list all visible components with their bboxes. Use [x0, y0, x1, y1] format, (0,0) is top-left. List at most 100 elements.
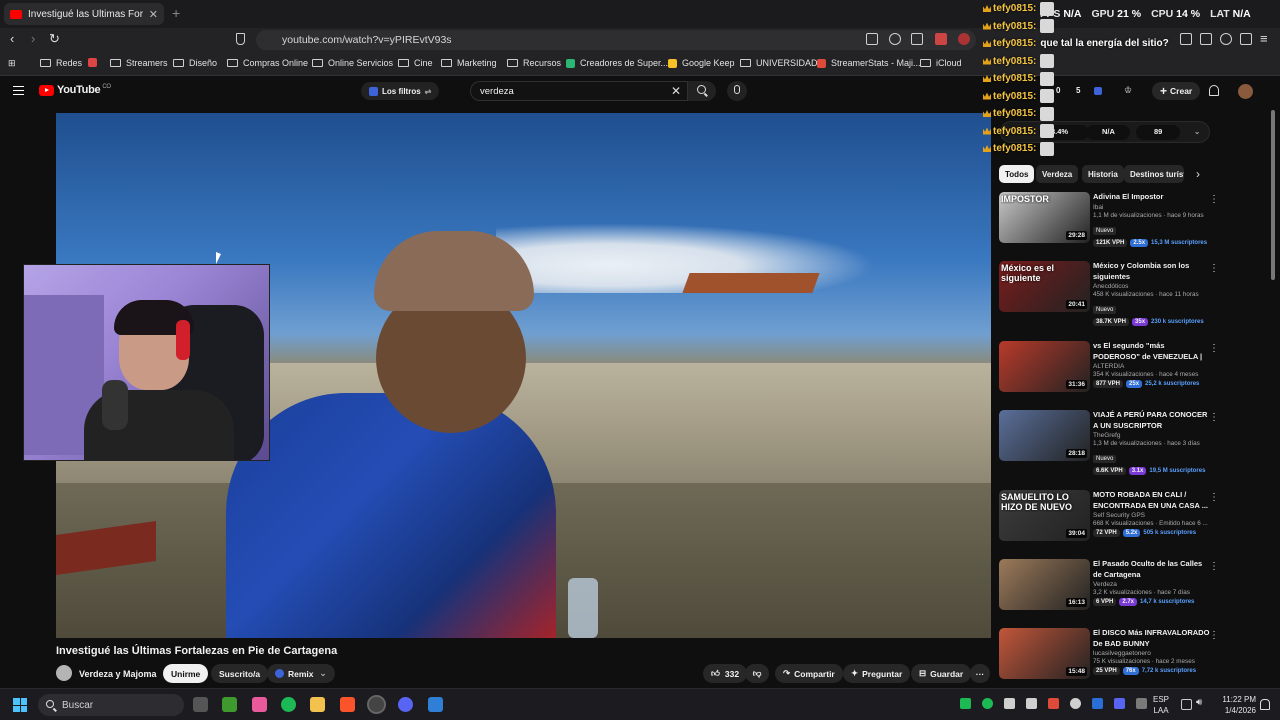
youtube-logo[interactable]: YouTube CO	[39, 84, 111, 96]
bookmark-icloud[interactable]: iCloud	[920, 58, 962, 68]
clear-search-icon[interactable]: ✕	[671, 84, 681, 98]
ask-button[interactable]: ✦ Preguntar	[843, 664, 911, 683]
tray-discord-icon[interactable]	[1114, 698, 1125, 709]
language-indicator[interactable]: ESP LAA	[1153, 694, 1169, 716]
tray-app-icon[interactable]	[960, 698, 971, 709]
menu-icon[interactable]: ≡	[1260, 31, 1268, 46]
recommendation-channel[interactable]: Verdeza	[1093, 581, 1211, 588]
file-explorer-icon[interactable]	[310, 697, 325, 712]
taskbar-search[interactable]: Buscar	[38, 694, 184, 716]
bookmark-redes[interactable]: Redes	[40, 58, 82, 68]
more-vert-icon[interactable]: ⋮	[1209, 343, 1219, 354]
bookmark-icon[interactable]	[236, 33, 245, 45]
new-tab-icon[interactable]: +	[172, 5, 180, 21]
tray-app-icon[interactable]	[1004, 698, 1015, 709]
minecraft-icon[interactable]	[222, 697, 237, 712]
channel-name[interactable]: Verdeza y Majoma	[79, 669, 157, 679]
recommendation-channel[interactable]: TheGrefg	[1093, 432, 1211, 439]
bookmark-diseno[interactable]: Diseño	[173, 58, 217, 68]
more-vert-icon[interactable]: ⋮	[1209, 263, 1219, 274]
photos-icon[interactable]	[252, 697, 267, 712]
vpn-icon[interactable]	[1240, 33, 1252, 45]
more-vert-icon[interactable]: ⋮	[1209, 561, 1219, 572]
save-button[interactable]: ⊟ Guardar	[911, 664, 972, 683]
video-thumbnail[interactable]: SAMUELITO LO HIZO DE NUEVO 39:04	[999, 490, 1090, 541]
close-tab-icon[interactable]: ✕	[149, 8, 158, 21]
expand-icon[interactable]: ⌄	[1194, 127, 1200, 136]
chip-historia[interactable]: Historia	[1082, 165, 1124, 183]
recommendation-title[interactable]: Adivina El Impostor	[1093, 192, 1211, 203]
recommendation-title[interactable]: El Pasado Oculto de las Calles de Cartag…	[1093, 559, 1211, 580]
recommendation-title[interactable]: vs El segundo "más PODEROSO" de VENEZUEL…	[1093, 341, 1211, 362]
apps-icon[interactable]: ⊞	[8, 58, 16, 69]
tray-obs-icon[interactable]	[1070, 698, 1081, 709]
bookmark-universidad[interactable]: UNIVERSIDAD	[740, 58, 818, 68]
recommendation-item[interactable]: 31:36 vs El segundo "más PODEROSO" de VEN…	[999, 341, 1224, 405]
recommendation-channel[interactable]: ALTERDIA	[1093, 363, 1211, 370]
notepad-icon[interactable]	[428, 697, 443, 712]
spotify-icon[interactable]	[281, 697, 296, 712]
search-button[interactable]	[688, 81, 716, 101]
dislike-button[interactable]: 👎︎	[745, 664, 769, 683]
chip-destinos[interactable]: Destinos turísticos	[1124, 165, 1184, 183]
reload-icon[interactable]: ↻	[49, 31, 60, 47]
bookmark-marketing[interactable]: Marketing	[441, 58, 497, 68]
forward-icon[interactable]: ›	[31, 31, 35, 46]
zoom-icon[interactable]	[889, 33, 901, 45]
recommendation-item[interactable]: 16:13 El Pasado Oculto de las Calles de C…	[999, 559, 1224, 623]
more-vert-icon[interactable]: ⋮	[1209, 194, 1219, 205]
video-thumbnail[interactable]: 15:48	[999, 628, 1090, 679]
recommendation-item[interactable]: IMPOSTOR 29:28 Adivina El Impostor Ibai 1,1 …	[999, 192, 1224, 256]
bookmark-online-servicios[interactable]: Online Servicios	[312, 58, 393, 68]
recommendation-item[interactable]: 28:18 VIAJÉ A PERÚ PARA CONOCER A UN SUSC…	[999, 410, 1224, 475]
video-thumbnail[interactable]: México es el siguiente 20:41	[999, 261, 1090, 312]
volume-icon[interactable]: 🔊︎	[1196, 697, 1202, 708]
tray-app-icon[interactable]	[1026, 698, 1037, 709]
video-thumbnail[interactable]: IMPOSTOR 29:28	[999, 192, 1090, 243]
filters-chip[interactable]: Los filtros ⇌	[361, 82, 440, 100]
bookmark-google-keep[interactable]: Google Keep	[668, 58, 735, 68]
share-button[interactable]: ↷ Compartir	[775, 664, 843, 683]
notification-icon[interactable]	[1260, 699, 1270, 710]
user-avatar[interactable]	[1238, 84, 1253, 99]
recommendation-channel[interactable]: Anecdóticos	[1093, 283, 1211, 290]
guide-menu-icon[interactable]	[13, 86, 24, 95]
tray-spotify-icon[interactable]	[982, 698, 993, 709]
scrollbar-thumb[interactable]	[1271, 110, 1275, 280]
recommendation-item[interactable]: México es el siguiente 20:41 México y Colo…	[999, 261, 1224, 326]
sidebar-icon[interactable]	[1180, 33, 1192, 45]
wallet-icon[interactable]	[1200, 33, 1212, 45]
bookmark-recursos[interactable]: Recursos	[507, 58, 561, 68]
join-button[interactable]: Unirme	[163, 664, 209, 683]
clock[interactable]: 11:22 PM 1/4/2026	[1212, 694, 1256, 716]
recommendation-title[interactable]: México y Colombia son los siguientes	[1093, 261, 1211, 282]
obs-icon[interactable]	[367, 695, 386, 714]
video-thumbnail[interactable]: 28:18	[999, 410, 1090, 461]
task-view-icon[interactable]	[193, 697, 208, 712]
share-page-icon[interactable]	[911, 33, 923, 45]
trophy-icon[interactable]: ♔	[1124, 85, 1132, 96]
chip-verdeza[interactable]: Verdeza	[1036, 165, 1079, 183]
bookmark-cine[interactable]: Cine	[398, 58, 433, 68]
recommendation-item[interactable]: SAMUELITO LO HIZO DE NUEVO 39:04 MOTO ROBA…	[999, 490, 1224, 554]
more-vert-icon[interactable]: ⋮	[1209, 492, 1219, 503]
like-button[interactable]: 👍︎ 332	[703, 664, 748, 683]
chevron-right-icon[interactable]: ›	[1196, 167, 1200, 181]
bookmark-streamerstats[interactable]: StreamerStats - Maji...	[817, 58, 921, 68]
create-button[interactable]: + Crear	[1152, 82, 1201, 100]
voice-search-button[interactable]	[727, 81, 747, 101]
back-icon[interactable]: ‹	[10, 31, 14, 46]
brave-shield-icon[interactable]	[935, 33, 947, 45]
bookmark-compras-online[interactable]: Compras Online	[227, 58, 308, 68]
recommendation-item[interactable]: 15:48 El DISCO Más INFRAVALORADO De BAD B…	[999, 628, 1224, 692]
notifications-bell-icon[interactable]	[1209, 85, 1219, 96]
recommendation-channel[interactable]: lucasilveggaetonero	[1093, 650, 1211, 657]
recommendation-channel[interactable]: Ibai	[1093, 204, 1211, 211]
rewards-icon[interactable]	[958, 33, 970, 45]
cast-icon[interactable]	[866, 33, 878, 45]
recommendation-channel[interactable]: Self Security GPS	[1093, 512, 1211, 519]
gmail-icon[interactable]	[88, 58, 102, 67]
recommendation-title[interactable]: El DISCO Más INFRAVALORADO De BAD BUNNY	[1093, 628, 1211, 649]
remix-button[interactable]: Remix ⌄	[267, 664, 335, 683]
channel-avatar[interactable]	[56, 665, 72, 681]
